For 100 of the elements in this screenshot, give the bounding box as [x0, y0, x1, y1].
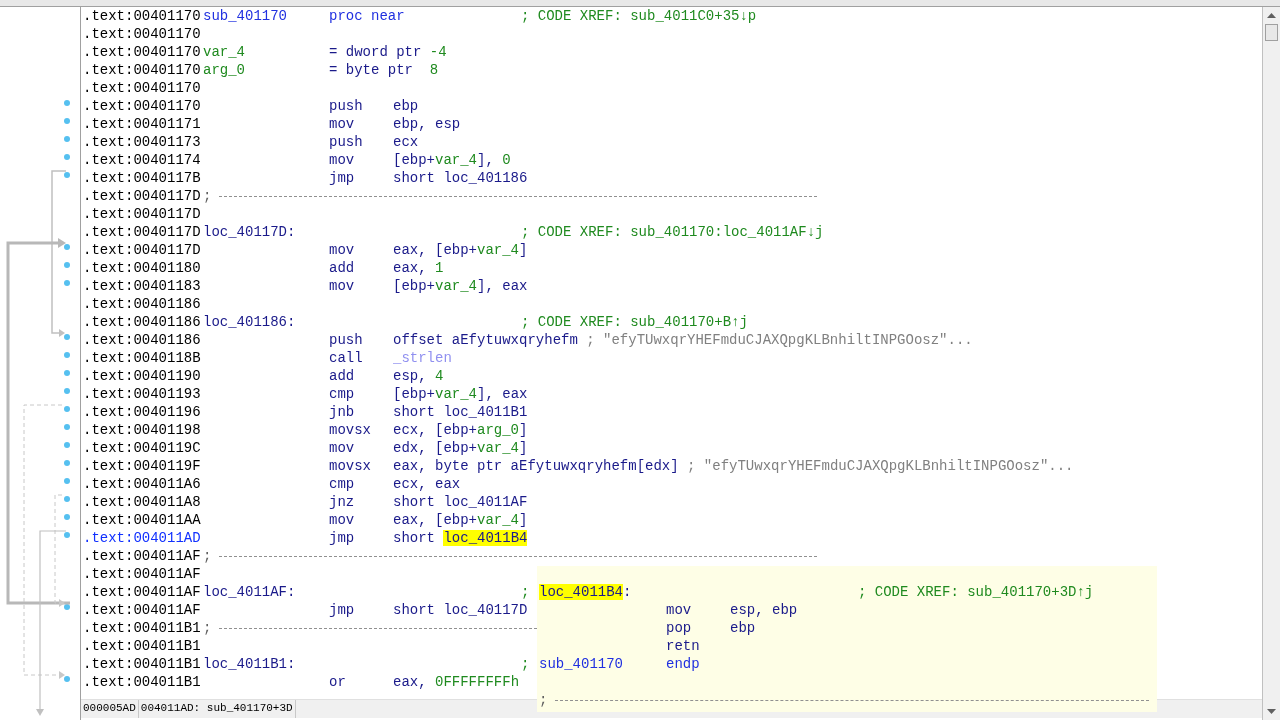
- separator-text: ;: [539, 691, 548, 709]
- address-text: .text:0040119F: [83, 457, 202, 475]
- address-text: .text:00401170: [83, 79, 202, 97]
- mnemonic-text: retn: [666, 637, 700, 655]
- address-text: .text:00401186: [83, 331, 202, 349]
- address-text: .text:00401170: [83, 7, 202, 25]
- mnemonic-text: push: [329, 133, 363, 151]
- operand-text[interactable]: eax, 1: [393, 259, 444, 277]
- address-text: .text:00401186: [83, 313, 202, 331]
- scroll-thumb[interactable]: [1265, 24, 1278, 41]
- operand-text[interactable]: short loc_401186: [393, 169, 528, 187]
- address-text: .text:004011B1: [83, 655, 202, 673]
- address-text: .text:004011AF: [83, 601, 202, 619]
- label-text[interactable]: sub_401170: [539, 655, 623, 673]
- comment-text: ; CODE XREF: sub_401170+3D↑j: [858, 583, 1094, 601]
- address-text: .text:00401170: [83, 97, 202, 115]
- operand-text[interactable]: [ebp+var_4], 0: [393, 151, 511, 169]
- address-text: .text:004011A8: [83, 493, 202, 511]
- operand-text[interactable]: ebp, esp: [393, 115, 461, 133]
- operand-text[interactable]: [ebp+var_4], eax: [393, 385, 528, 403]
- label-text[interactable]: var_4: [203, 43, 245, 61]
- operand-text[interactable]: [ebp+var_4], eax: [393, 277, 528, 295]
- operand-text[interactable]: ebp: [730, 619, 756, 637]
- mnemonic-text: jmp: [329, 169, 355, 187]
- declaration-text: = dword ptr -4: [329, 43, 447, 61]
- jump-arrow[interactable]: [36, 530, 67, 716]
- operand-text[interactable]: eax, [ebp+var_4]: [393, 511, 528, 529]
- operand-text[interactable]: ecx: [393, 133, 419, 151]
- comment-text: ;: [521, 583, 530, 601]
- address-text: .text:0040117D: [83, 205, 202, 223]
- comment-text: ;: [521, 655, 530, 673]
- operand-text[interactable]: offset aEfytuwxqryhefm: [393, 331, 587, 349]
- address-text: .text:00401174: [83, 151, 202, 169]
- label-text[interactable]: arg_0: [203, 61, 245, 79]
- jump-arrow[interactable]: [23, 404, 65, 679]
- label-text[interactable]: loc_4011AF:: [203, 583, 296, 601]
- jump-arrow[interactable]: [54, 494, 65, 607]
- address-text: .text:00401170: [83, 25, 202, 43]
- mnemonic-text: jnz: [329, 493, 355, 511]
- mnemonic-text: mov: [666, 601, 692, 619]
- comment-text: ; "efyTUwxqrYHEFmduCJAXQpgKLBnhiltINPGOosz"...: [586, 331, 973, 349]
- separator-text: ;: [203, 619, 212, 637]
- mnemonic-text: cmp: [329, 475, 355, 493]
- mnemonic-text: push: [329, 331, 363, 349]
- operand-text[interactable]: ecx, eax: [393, 475, 461, 493]
- mnemonic-text: add: [329, 259, 355, 277]
- mnemonic-text: jnb: [329, 403, 355, 421]
- address-text: .text:00401190: [83, 367, 202, 385]
- mnemonic-text: movsx: [329, 421, 371, 439]
- declaration-text: = byte ptr 8: [329, 61, 439, 79]
- offset-text: 000005AD: [81, 700, 139, 718]
- operand-text[interactable]: short loc_40117D: [393, 601, 528, 619]
- address-text: .text:004011B1: [83, 637, 202, 655]
- mnemonic-text: jmp: [329, 601, 355, 619]
- mnemonic-text: pop: [666, 619, 692, 637]
- operand-text[interactable]: ebp: [393, 97, 419, 115]
- address-text: .text:00401170: [83, 61, 202, 79]
- address-text: .text:0040117D: [83, 241, 202, 259]
- address-text: .text:004011AA: [83, 511, 202, 529]
- separator-text: ;: [203, 187, 212, 205]
- operand-text[interactable]: esp, ebp: [730, 601, 798, 619]
- comment-text: ; CODE XREF: sub_401170+B↑j: [521, 313, 748, 331]
- address-text: .text:00401171: [83, 115, 202, 133]
- operand-text[interactable]: ecx, [ebp+arg_0]: [393, 421, 528, 439]
- mnemonic-text: mov: [329, 241, 355, 259]
- address-text: .text:004011AF: [83, 547, 202, 565]
- address-text: .text:0040118B: [83, 349, 202, 367]
- address-text: .text:00401193: [83, 385, 202, 403]
- address-text: .text:004011A6: [83, 475, 202, 493]
- label-text[interactable]: loc_4011B1:: [203, 655, 296, 673]
- scrollbar[interactable]: [1263, 7, 1280, 720]
- mnemonic-text: mov: [329, 115, 355, 133]
- address-text: .text:004011B1: [83, 673, 202, 691]
- operand-text[interactable]: esp, 4: [393, 367, 444, 385]
- label-text[interactable]: loc_401186:: [203, 313, 296, 331]
- mnemonic-text: mov: [329, 511, 355, 529]
- address-text: .text:00401183: [83, 277, 202, 295]
- label-text[interactable]: loc_40117D:: [203, 223, 296, 241]
- operand-text[interactable]: edx, [ebp+var_4]: [393, 439, 528, 457]
- separator-text: ;: [203, 547, 212, 565]
- mnemonic-text: jmp: [329, 529, 355, 547]
- label-text[interactable]: sub_401170: [203, 7, 287, 25]
- jump-arrow[interactable]: [51, 170, 67, 337]
- declaration-text: proc near: [329, 7, 405, 25]
- operand-text[interactable]: eax, 0FFFFFFFFh: [393, 673, 520, 691]
- mnemonic-text: call: [329, 349, 363, 367]
- operand-text[interactable]: short loc_4011AF: [393, 493, 528, 511]
- address-text: .text:0040117B: [83, 169, 202, 187]
- address-text: .text:0040117D: [83, 187, 202, 205]
- address-text: .text:00401180: [83, 259, 202, 277]
- address-text: .text:00401186: [83, 295, 202, 313]
- operand-text[interactable]: eax, byte ptr aEfytuwxqryhefm[edx]: [393, 457, 688, 475]
- operand-text[interactable]: short loc_4011B1: [393, 403, 528, 421]
- mnemonic-text: mov: [329, 439, 355, 457]
- address-text: .text:00401196: [83, 403, 202, 421]
- address-text: .text:00401170: [83, 43, 202, 61]
- jump-arrow[interactable]: [6, 238, 70, 605]
- mnemonic-text: or: [329, 673, 346, 691]
- address-text: .text:004011AF: [83, 565, 202, 583]
- operand-text[interactable]: eax, [ebp+var_4]: [393, 241, 528, 259]
